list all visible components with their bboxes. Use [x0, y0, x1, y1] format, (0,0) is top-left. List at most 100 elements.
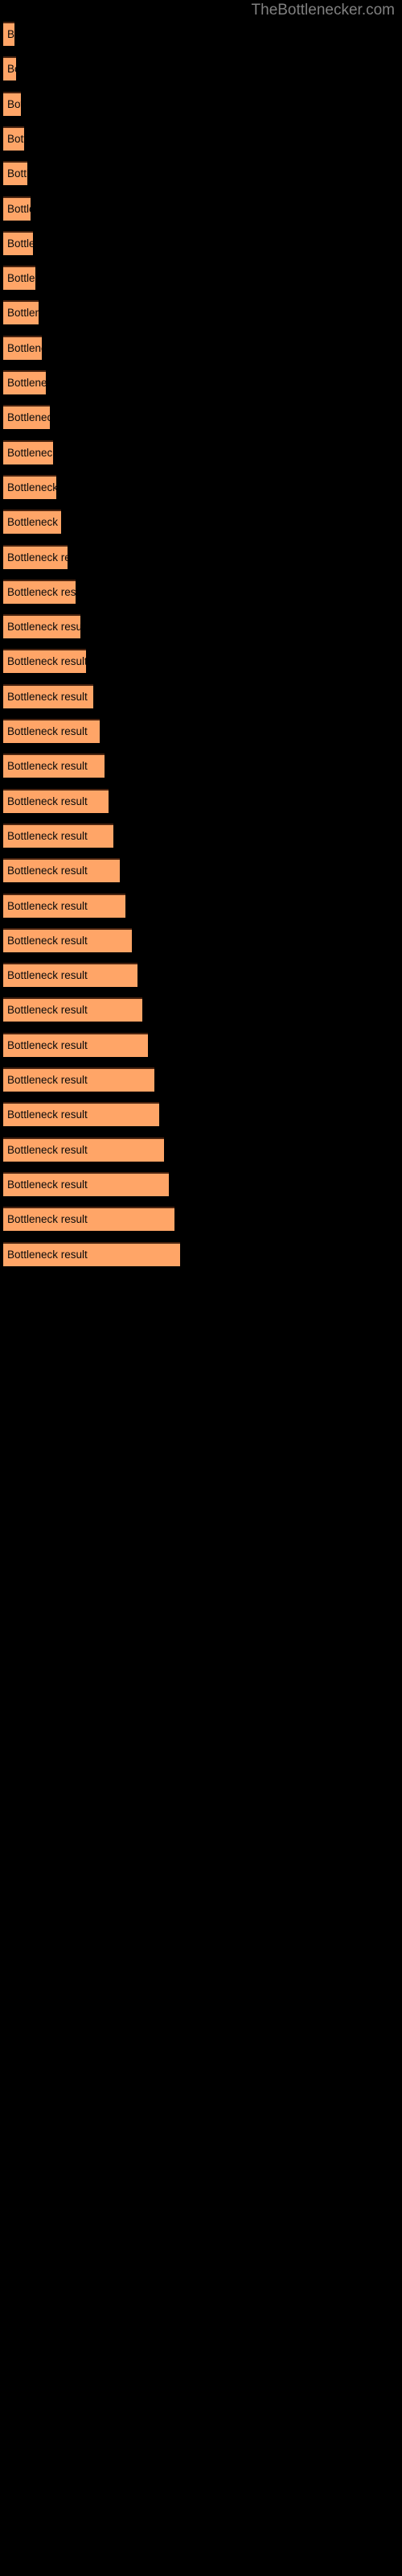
bar-row[interactable]: Bottleneck result	[3, 719, 100, 743]
bar-row[interactable]: Bottleneck result	[3, 1067, 154, 1092]
bar-fill[interactable]	[3, 230, 33, 255]
bar-clip: Bottleneck result	[3, 683, 93, 708]
bar-row[interactable]: Bottleneck result	[3, 1241, 180, 1266]
bar-row[interactable]: Bottleneck result	[3, 893, 125, 918]
bar-row[interactable]: Bottleneck result	[3, 823, 113, 848]
bar-fill[interactable]	[3, 510, 61, 535]
bar-fill[interactable]	[3, 997, 142, 1022]
bar-clip: Bottleneck result	[3, 1032, 148, 1057]
bar-clip: Bottleneck result	[3, 161, 27, 186]
bar-fill[interactable]	[3, 56, 16, 81]
bar-clip: Bottleneck result	[3, 544, 68, 569]
bar-row[interactable]: Bottleneck result	[3, 753, 105, 778]
bar-fill[interactable]	[3, 196, 31, 221]
bar-clip: Bottleneck result	[3, 56, 16, 81]
bar-clip: Bottleneck result	[3, 753, 105, 778]
bar-fill[interactable]	[3, 823, 113, 848]
bar-row[interactable]: Bottleneck result	[3, 649, 86, 674]
bar-row[interactable]: Bottleneck result	[3, 1102, 159, 1127]
bar-clip: Bottleneck result	[3, 230, 33, 255]
bar-row[interactable]: Bottleneck result	[3, 544, 68, 569]
bar-row[interactable]: Bottleneck result	[3, 91, 21, 116]
bar-fill[interactable]	[3, 893, 125, 918]
bar-fill[interactable]	[3, 649, 86, 674]
bar-clip: Bottleneck result	[3, 997, 142, 1022]
bar-row[interactable]: Bottleneck result	[3, 579, 76, 604]
bar-row[interactable]: Bottleneck result	[3, 370, 46, 394]
bar-clip: Bottleneck result	[3, 300, 39, 325]
bar-fill[interactable]	[3, 788, 109, 813]
bar-row[interactable]: Bottleneck result	[3, 963, 137, 988]
bar-clip: Bottleneck result	[3, 91, 21, 116]
bar-row[interactable]: Bottleneck result	[3, 997, 142, 1022]
bottleneck-bar-chart: TheBottlenecker.com Bottleneck resultBot…	[0, 0, 402, 2576]
bar-row[interactable]: Bottleneck result	[3, 474, 56, 499]
bar-fill[interactable]	[3, 579, 76, 604]
bar-fill[interactable]	[3, 683, 93, 708]
bar-clip: Bottleneck result	[3, 440, 53, 464]
bar-fill[interactable]	[3, 335, 42, 360]
bar-row[interactable]: Bottleneck result	[3, 266, 35, 291]
bar-clip: Bottleneck result	[3, 823, 113, 848]
bar-fill[interactable]	[3, 963, 137, 988]
bar-fill[interactable]	[3, 1102, 159, 1127]
bar-row[interactable]: Bottleneck result	[3, 405, 50, 430]
bar-fill[interactable]	[3, 1171, 169, 1196]
bar-clip: Bottleneck result	[3, 1137, 164, 1162]
bar-fill[interactable]	[3, 440, 53, 464]
bar-clip: Bottleneck result	[3, 1171, 169, 1196]
bar-fill[interactable]	[3, 22, 14, 46]
bar-row[interactable]: Bottleneck result	[3, 614, 80, 639]
bar-row[interactable]: Bottleneck result	[3, 1171, 169, 1196]
bar-row[interactable]: Bottleneck result	[3, 161, 27, 186]
bar-fill[interactable]	[3, 474, 56, 499]
bar-fill[interactable]	[3, 300, 39, 325]
bar-fill[interactable]	[3, 719, 100, 743]
bar-clip: Bottleneck result	[3, 927, 132, 952]
bar-row[interactable]: Bottleneck result	[3, 683, 93, 708]
bar-clip: Bottleneck result	[3, 126, 24, 151]
bar-fill[interactable]	[3, 91, 21, 116]
bar-fill[interactable]	[3, 927, 132, 952]
bar-fill[interactable]	[3, 1032, 148, 1057]
bar-fill[interactable]	[3, 405, 50, 430]
bar-series-container: Bottleneck result Bottleneck result Bottle…	[0, 0, 402, 2576]
bar-fill[interactable]	[3, 858, 120, 883]
bar-row[interactable]: Bottleneck result	[3, 1207, 174, 1232]
bar-row[interactable]: Bottleneck result	[3, 126, 24, 151]
bar-row[interactable]: Bottleneck result	[3, 300, 39, 325]
bar-row[interactable]: Bottleneck result	[3, 335, 42, 360]
bar-row[interactable]: Bottleneck result	[3, 230, 33, 255]
bar-row[interactable]: Bottleneck result	[3, 440, 53, 464]
bar-fill[interactable]	[3, 544, 68, 569]
bar-clip: Bottleneck result	[3, 335, 42, 360]
bar-clip: Bottleneck result	[3, 719, 100, 743]
bar-fill[interactable]	[3, 1067, 154, 1092]
bar-fill[interactable]	[3, 1241, 180, 1266]
bar-row[interactable]: Bottleneck result	[3, 1137, 164, 1162]
bar-row[interactable]: Bottleneck result	[3, 1032, 148, 1057]
bar-clip: Bottleneck result	[3, 405, 50, 430]
bar-fill[interactable]	[3, 126, 24, 151]
bar-row[interactable]: Bottleneck result	[3, 858, 120, 883]
bar-row[interactable]: Bottleneck result	[3, 196, 31, 221]
bar-row[interactable]: Bottleneck result	[3, 788, 109, 813]
bar-clip: Bottleneck result	[3, 963, 137, 988]
bar-clip: Bottleneck result	[3, 474, 56, 499]
bar-clip: Bottleneck result	[3, 510, 61, 535]
bar-clip: Bottleneck result	[3, 858, 120, 883]
bar-row[interactable]: Bottleneck result	[3, 927, 132, 952]
bar-fill[interactable]	[3, 753, 105, 778]
bar-clip: Bottleneck result	[3, 266, 35, 291]
bar-fill[interactable]	[3, 370, 46, 394]
bar-row[interactable]: Bottleneck result	[3, 22, 14, 46]
bar-fill[interactable]	[3, 614, 80, 639]
bar-fill[interactable]	[3, 266, 35, 291]
bar-row[interactable]: Bottleneck result	[3, 510, 61, 535]
bar-clip: Bottleneck result	[3, 649, 86, 674]
bar-fill[interactable]	[3, 161, 27, 186]
bar-fill[interactable]	[3, 1137, 164, 1162]
bar-row[interactable]: Bottleneck result	[3, 56, 16, 81]
bar-fill[interactable]	[3, 1207, 174, 1232]
bar-clip: Bottleneck result	[3, 788, 109, 813]
